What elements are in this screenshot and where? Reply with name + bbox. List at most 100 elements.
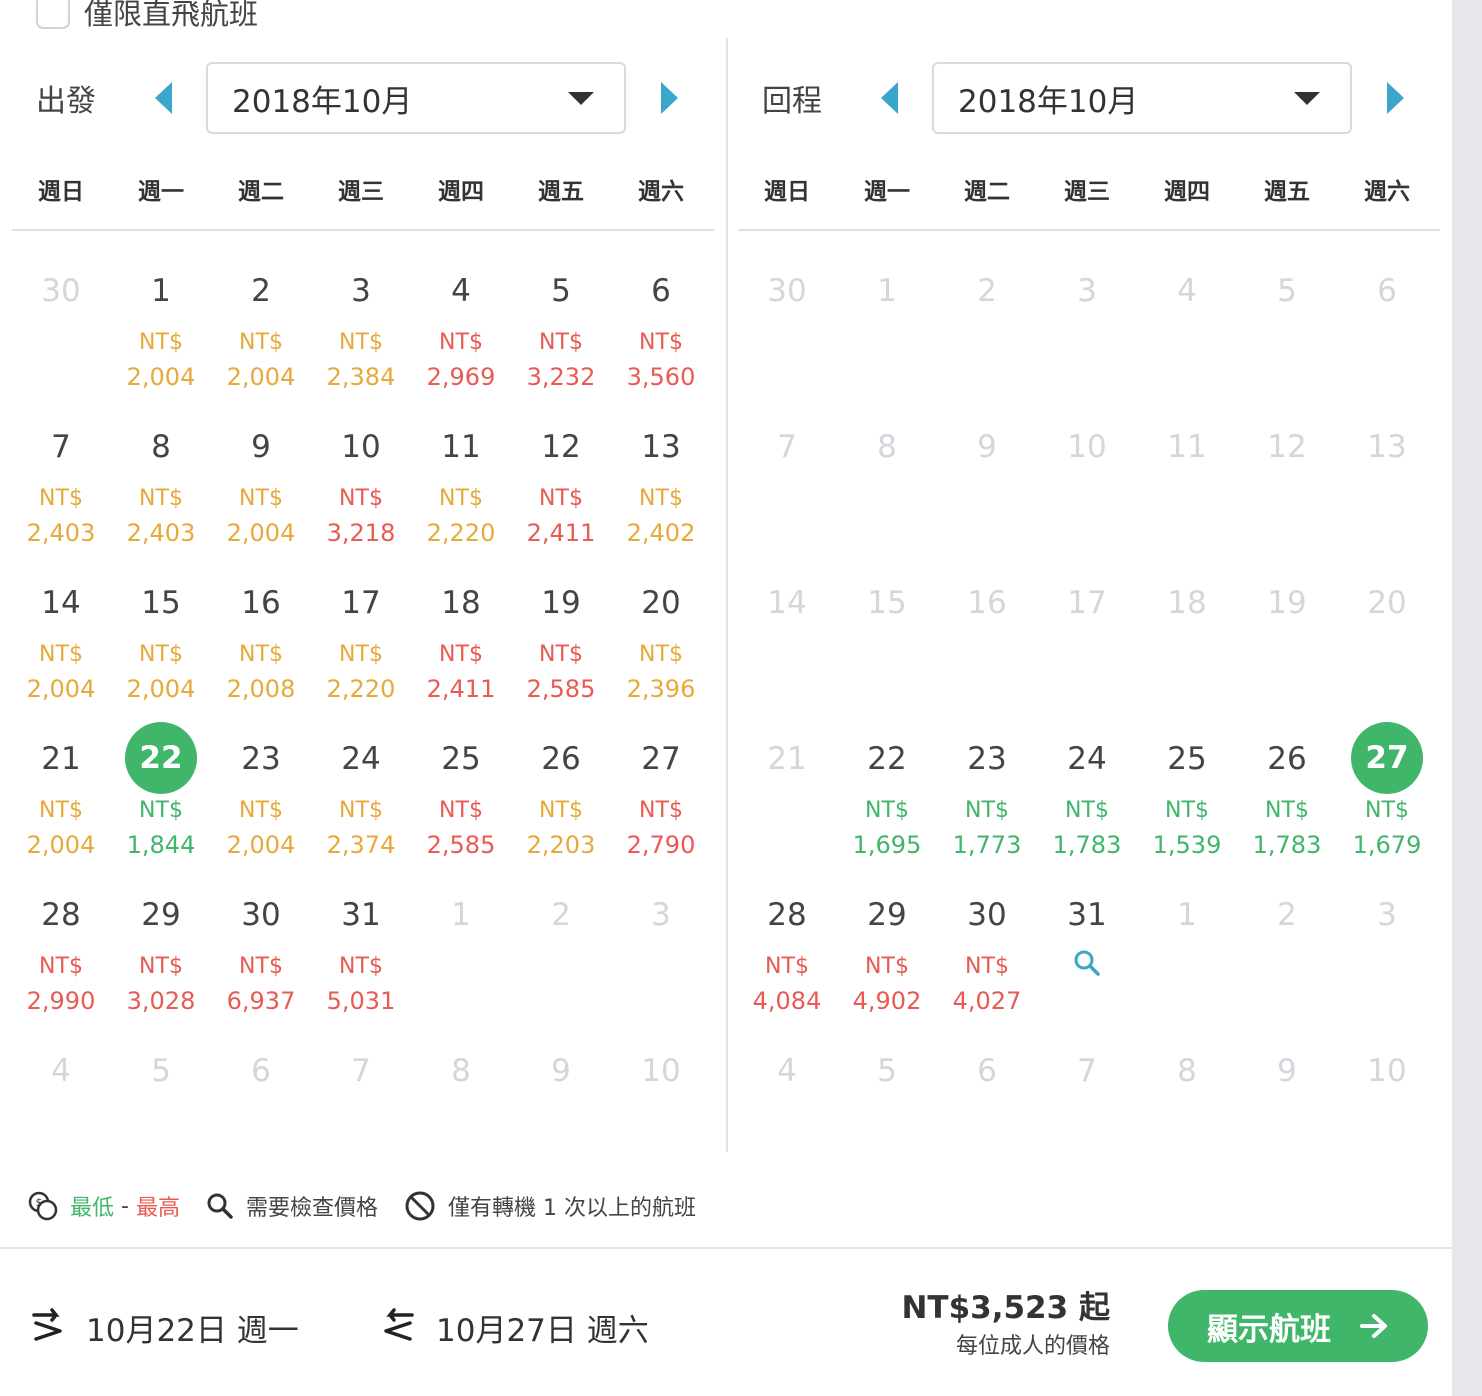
departure-day-cell: 30 xyxy=(11,254,111,410)
price-currency: NT$ xyxy=(539,798,583,823)
weekday-label: 週日 xyxy=(38,179,84,205)
departure-day-cell[interactable]: 31 NT$ 5,031 xyxy=(311,878,411,1034)
departure-day-cell[interactable]: 30 NT$ 6,937 xyxy=(211,878,311,1034)
price-value: 2,402 xyxy=(626,519,696,547)
return-calendar-grid: 30 1 2 3 4 5 6 7 8 9 10 11 12 13 14 15 16 17 18 19 20 21 22 NT$… xyxy=(737,254,1437,1190)
departure-day-cell[interactable]: 16 NT$ 2,008 xyxy=(211,566,311,722)
departure-day-cell[interactable]: 26 NT$ 2,203 xyxy=(511,722,611,878)
departure-day-cell[interactable]: 25 NT$ 2,585 xyxy=(411,722,511,878)
departure-day-cell[interactable]: 21 NT$ 2,004 xyxy=(11,722,111,878)
return-day-cell[interactable]: 27 NT$ 1,679 xyxy=(1337,722,1437,878)
price-note: 每位成人的價格 xyxy=(955,1334,1110,1359)
departure-day-cell[interactable]: 8 NT$ 2,403 xyxy=(111,410,211,566)
departure-day-cell[interactable]: 15 NT$ 2,004 xyxy=(111,566,211,722)
show-flights-button[interactable]: 顯示航班 xyxy=(1168,1290,1428,1362)
return-next-month-button[interactable] xyxy=(1378,78,1412,118)
price-value: 4,027 xyxy=(952,987,1022,1015)
day-number: 19 xyxy=(1267,585,1307,621)
price-value: 2,585 xyxy=(426,831,496,859)
return-day-cell[interactable]: 28 NT$ 4,084 xyxy=(737,878,837,1034)
check-price-search-icon[interactable] xyxy=(1072,948,1102,978)
departure-day-cell[interactable]: 28 NT$ 2,990 xyxy=(11,878,111,1034)
departure-month-select[interactable]: 2018年10月 xyxy=(206,62,626,134)
day-number: 10 xyxy=(1067,429,1107,465)
return-day-cell: 3 xyxy=(1337,878,1437,1034)
departure-day-cell[interactable]: 6 NT$ 3,560 xyxy=(611,254,711,410)
return-day-cell: 2 xyxy=(1237,878,1337,1034)
departure-day-cell[interactable]: 11 NT$ 2,220 xyxy=(411,410,511,566)
day-number: 6 xyxy=(251,1053,271,1089)
weekday-label: 週六 xyxy=(1364,179,1410,205)
price-currency: NT$ xyxy=(539,330,583,355)
price-currency: NT$ xyxy=(339,954,383,979)
departure-day-cell[interactable]: 1 NT$ 2,004 xyxy=(111,254,211,410)
return-day-cell[interactable]: 23 NT$ 1,773 xyxy=(937,722,1037,878)
departure-day-cell[interactable]: 20 NT$ 2,396 xyxy=(611,566,711,722)
return-day-cell: 16 xyxy=(937,566,1037,722)
departure-day-cell[interactable]: 12 NT$ 2,411 xyxy=(511,410,611,566)
return-date: 10月27日 週六 xyxy=(436,1312,649,1349)
direct-only-checkbox[interactable] xyxy=(36,0,70,29)
departure-day-cell[interactable]: 19 NT$ 2,585 xyxy=(511,566,611,722)
departure-day-cell[interactable]: 29 NT$ 3,028 xyxy=(111,878,211,1034)
no-entry-icon xyxy=(405,1191,435,1221)
departure-day-cell[interactable]: 4 NT$ 2,969 xyxy=(411,254,511,410)
price-value: 2,004 xyxy=(26,831,96,859)
departure-day-cell[interactable]: 7 NT$ 2,403 xyxy=(11,410,111,566)
return-day-cell[interactable]: 22 NT$ 1,695 xyxy=(837,722,937,878)
day-number: 8 xyxy=(151,429,171,465)
return-day-cell: 2 xyxy=(937,254,1037,410)
weekday-label: 週六 xyxy=(638,179,684,205)
departure-day-cell[interactable]: 17 NT$ 2,220 xyxy=(311,566,411,722)
day-number: 15 xyxy=(867,585,907,621)
return-day-cell[interactable]: 25 NT$ 1,539 xyxy=(1137,722,1237,878)
day-number: 14 xyxy=(767,585,807,621)
return-prev-month-button[interactable] xyxy=(872,78,906,118)
day-number: 30 xyxy=(967,897,1007,933)
day-number: 28 xyxy=(41,897,81,933)
departure-month-value: 2018年10月 xyxy=(232,83,413,120)
return-day-cell[interactable]: 31 xyxy=(1037,878,1137,1034)
return-month-select[interactable]: 2018年10月 xyxy=(932,62,1352,134)
departure-day-cell[interactable]: 3 NT$ 2,384 xyxy=(311,254,411,410)
return-day-cell[interactable]: 29 NT$ 4,902 xyxy=(837,878,937,1034)
price-value: 2,004 xyxy=(226,363,296,391)
price-currency: NT$ xyxy=(439,642,483,667)
price-value: 2,411 xyxy=(426,675,496,703)
departure-day-cell[interactable]: 23 NT$ 2,004 xyxy=(211,722,311,878)
departure-day-cell[interactable]: 24 NT$ 2,374 xyxy=(311,722,411,878)
price-currency: NT$ xyxy=(139,486,183,511)
departure-prev-month-button[interactable] xyxy=(146,78,180,118)
departure-day-cell[interactable]: 5 NT$ 3,232 xyxy=(511,254,611,410)
day-number: 2 xyxy=(977,273,997,309)
departure-day-cell[interactable]: 27 NT$ 2,790 xyxy=(611,722,711,878)
price-currency: NT$ xyxy=(39,642,83,667)
price-currency: NT$ xyxy=(139,642,183,667)
departure-day-cell[interactable]: 2 NT$ 2,004 xyxy=(211,254,311,410)
day-number: 13 xyxy=(1367,429,1407,465)
departure-day-cell[interactable]: 10 NT$ 3,218 xyxy=(311,410,411,566)
return-day-cell[interactable]: 30 NT$ 4,027 xyxy=(937,878,1037,1034)
price-currency: NT$ xyxy=(639,642,683,667)
departure-day-cell[interactable]: 13 NT$ 2,402 xyxy=(611,410,711,566)
price-currency: NT$ xyxy=(1265,798,1309,823)
day-number: 8 xyxy=(877,429,897,465)
price-value: 3,218 xyxy=(326,519,396,547)
divider xyxy=(0,1247,1452,1249)
departure-day-cell[interactable]: 18 NT$ 2,411 xyxy=(411,566,511,722)
departure-day-cell[interactable]: 14 NT$ 2,004 xyxy=(11,566,111,722)
departure-next-month-button[interactable] xyxy=(652,78,686,118)
price-currency: NT$ xyxy=(39,486,83,511)
return-day-cell[interactable]: 26 NT$ 1,783 xyxy=(1237,722,1337,878)
return-day-cell: 1 xyxy=(837,254,937,410)
return-flight-icon xyxy=(384,1308,414,1341)
day-number: 11 xyxy=(441,429,481,465)
departure-day-cell[interactable]: 9 NT$ 2,004 xyxy=(211,410,311,566)
return-day-cell[interactable]: 24 NT$ 1,783 xyxy=(1037,722,1137,878)
depart-date: 10月22日 週一 xyxy=(86,1312,299,1349)
weekday-label: 週一 xyxy=(864,179,910,205)
direct-only-option[interactable]: 僅限直飛航班 xyxy=(36,0,258,32)
price-currency: NT$ xyxy=(439,330,483,355)
price-currency: NT$ xyxy=(439,486,483,511)
departure-day-cell[interactable]: 22 NT$ 1,844 xyxy=(111,722,211,878)
